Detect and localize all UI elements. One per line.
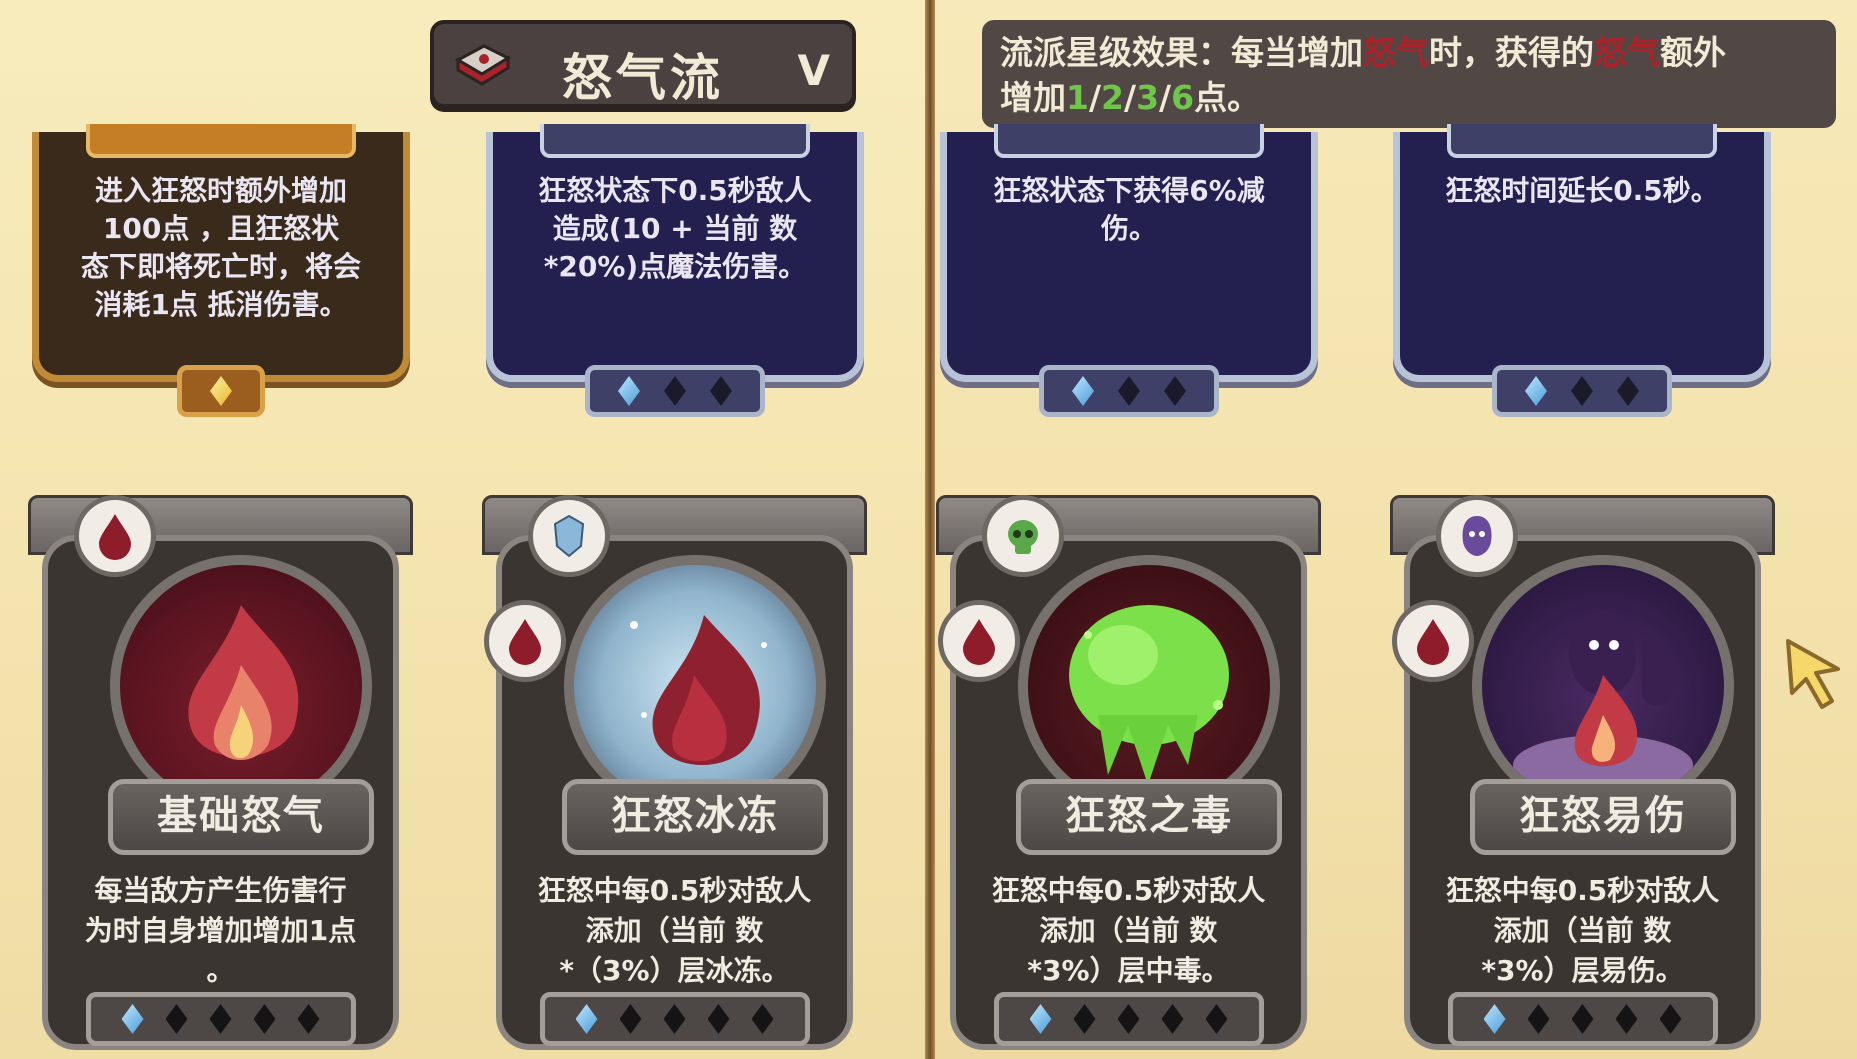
- card-description: 每当敌方产生伤害行 为时自身增加增加1点 。: [84, 874, 357, 987]
- star-gem-bar: [85, 992, 356, 1046]
- talent-card-rage-freeze[interactable]: 狂怒冰冻 狂怒中每0.5秒对敌人 添加（当前 数 *（3%）层冰冻。: [482, 495, 867, 1050]
- gem-icon: [664, 376, 686, 406]
- star-gem-bar: [1039, 365, 1219, 417]
- gem-icon: [1029, 1004, 1052, 1034]
- gem-icon: [710, 376, 732, 406]
- ghost-flame-portrait: [1472, 555, 1734, 817]
- chevron-down-icon: V: [797, 46, 830, 95]
- gem-icon: [1073, 1004, 1096, 1034]
- gem-icon: [1118, 376, 1140, 406]
- gem-icon: [121, 1004, 144, 1034]
- gem-icon: [1659, 1004, 1682, 1034]
- rage-drop-icon: [484, 600, 566, 682]
- card-description: 狂怒状态下获得6%减 伤。: [993, 174, 1265, 245]
- card-description: 狂怒中每0.5秒对敌人 添加（当前 数 *3%）层易伤。: [1445, 874, 1720, 987]
- star-gem-bar: [585, 365, 765, 417]
- gem-icon: [618, 376, 640, 406]
- gem-icon: [1072, 376, 1094, 406]
- talent-card-rage-vulnerable[interactable]: 狂怒易伤 狂怒中每0.5秒对敌人 添加（当前 数 *3%）层易伤。: [1390, 495, 1775, 1050]
- gem-icon: [1483, 1004, 1506, 1034]
- gem-icon: [751, 1004, 774, 1034]
- talent-card-rage-poison[interactable]: 狂怒之毒 狂怒中每0.5秒对敌人 添加（当前 数 *3%）层中毒。: [936, 495, 1321, 1050]
- card-name: 狂怒易伤: [1470, 779, 1736, 855]
- gem-icon: [253, 1004, 276, 1034]
- card-title-plate: [994, 124, 1264, 158]
- gem-icon: [619, 1004, 642, 1034]
- rage-drop-icon: [1392, 600, 1474, 682]
- star-gem-bar: [993, 992, 1264, 1046]
- tooltip-line-2: 增加1/2/3/6点。: [1000, 78, 1261, 117]
- gem-icon: [1164, 376, 1186, 406]
- gem-icon: [1527, 1004, 1550, 1034]
- gem-icon: [297, 1004, 320, 1034]
- tooltip-line-1: 流派星级效果：每当增加怒气时，获得的怒气额外: [1000, 33, 1726, 72]
- frost-flame-portrait: [564, 555, 826, 817]
- rage-drop-icon: [938, 600, 1020, 682]
- talent-card-top-1[interactable]: 进入狂怒时额外增加 100点 ，且狂怒状 态下即将死亡时，将会 消耗1点 抵消伤…: [32, 124, 410, 417]
- card-name: 狂怒冰冻: [562, 779, 828, 855]
- gem-icon: [1571, 1004, 1594, 1034]
- gem-icon: [1615, 1004, 1638, 1034]
- star-gem-bar: [1447, 992, 1718, 1046]
- gem-icon: [1117, 1004, 1140, 1034]
- talent-card-top-3[interactable]: 狂怒状态下获得6%减 伤。: [940, 124, 1318, 417]
- star-gem-bar: [1492, 365, 1672, 417]
- card-description: 狂怒状态下0.5秒敌人 造成(10 + 当前 数 *20%)点魔法伤害。: [538, 174, 812, 283]
- ice-shield-icon: [528, 495, 610, 577]
- skull-icon: [982, 495, 1064, 577]
- gem-icon: [1525, 376, 1547, 406]
- star-gem-bar: [177, 365, 265, 417]
- star-gem-bar: [539, 992, 810, 1046]
- gem-icon: [1617, 376, 1639, 406]
- talent-card-top-4[interactable]: 狂怒时间延长0.5秒。: [1393, 124, 1771, 417]
- gem-icon: [1205, 1004, 1228, 1034]
- card-name: 基础怒气: [108, 779, 374, 855]
- gem-icon: [165, 1004, 188, 1034]
- card-title-plate: [86, 124, 356, 158]
- rage-drop-icon: [74, 495, 156, 577]
- cursor-icon: [1786, 639, 1840, 709]
- flame-portrait: [110, 555, 372, 817]
- route-dropdown[interactable]: 怒气流 V: [430, 20, 856, 108]
- card-name: 狂怒之毒: [1016, 779, 1282, 855]
- card-title-plate: [540, 124, 810, 158]
- talent-card-top-2[interactable]: 狂怒状态下0.5秒敌人 造成(10 + 当前 数 *20%)点魔法伤害。: [486, 124, 864, 417]
- card-description: 进入狂怒时额外增加 100点 ，且狂怒状 态下即将死亡时，将会 消耗1点 抵消伤…: [80, 174, 361, 321]
- ghost-icon: [1436, 495, 1518, 577]
- gem-icon: [1161, 1004, 1184, 1034]
- book-spine: [925, 0, 935, 1059]
- star-effect-tooltip: 流派星级效果：每当增加怒气时，获得的怒气额外 增加1/2/3/6点。: [982, 20, 1836, 128]
- card-description: 狂怒中每0.5秒对敌人 添加（当前 数 *3%）层中毒。: [991, 874, 1266, 987]
- gem-icon: [707, 1004, 730, 1034]
- gem-icon: [1571, 376, 1593, 406]
- card-body: 基础怒气 每当敌方产生伤害行 为时自身增加增加1点 。: [42, 535, 399, 1050]
- talent-card-basic-rage[interactable]: 基础怒气 每当敌方产生伤害行 为时自身增加增加1点 。: [28, 495, 413, 1050]
- gem-icon: [209, 1004, 232, 1034]
- poison-cloud-portrait: [1018, 555, 1280, 817]
- gem-icon: [210, 376, 232, 406]
- route-title: 怒气流: [562, 49, 724, 107]
- card-description: 狂怒时间延长0.5秒。: [1445, 174, 1719, 207]
- gem-icon: [575, 1004, 598, 1034]
- gem-icon: [663, 1004, 686, 1034]
- card-description: 狂怒中每0.5秒对敌人 添加（当前 数 *（3%）层冰冻。: [537, 874, 812, 987]
- card-title-plate: [1447, 124, 1717, 158]
